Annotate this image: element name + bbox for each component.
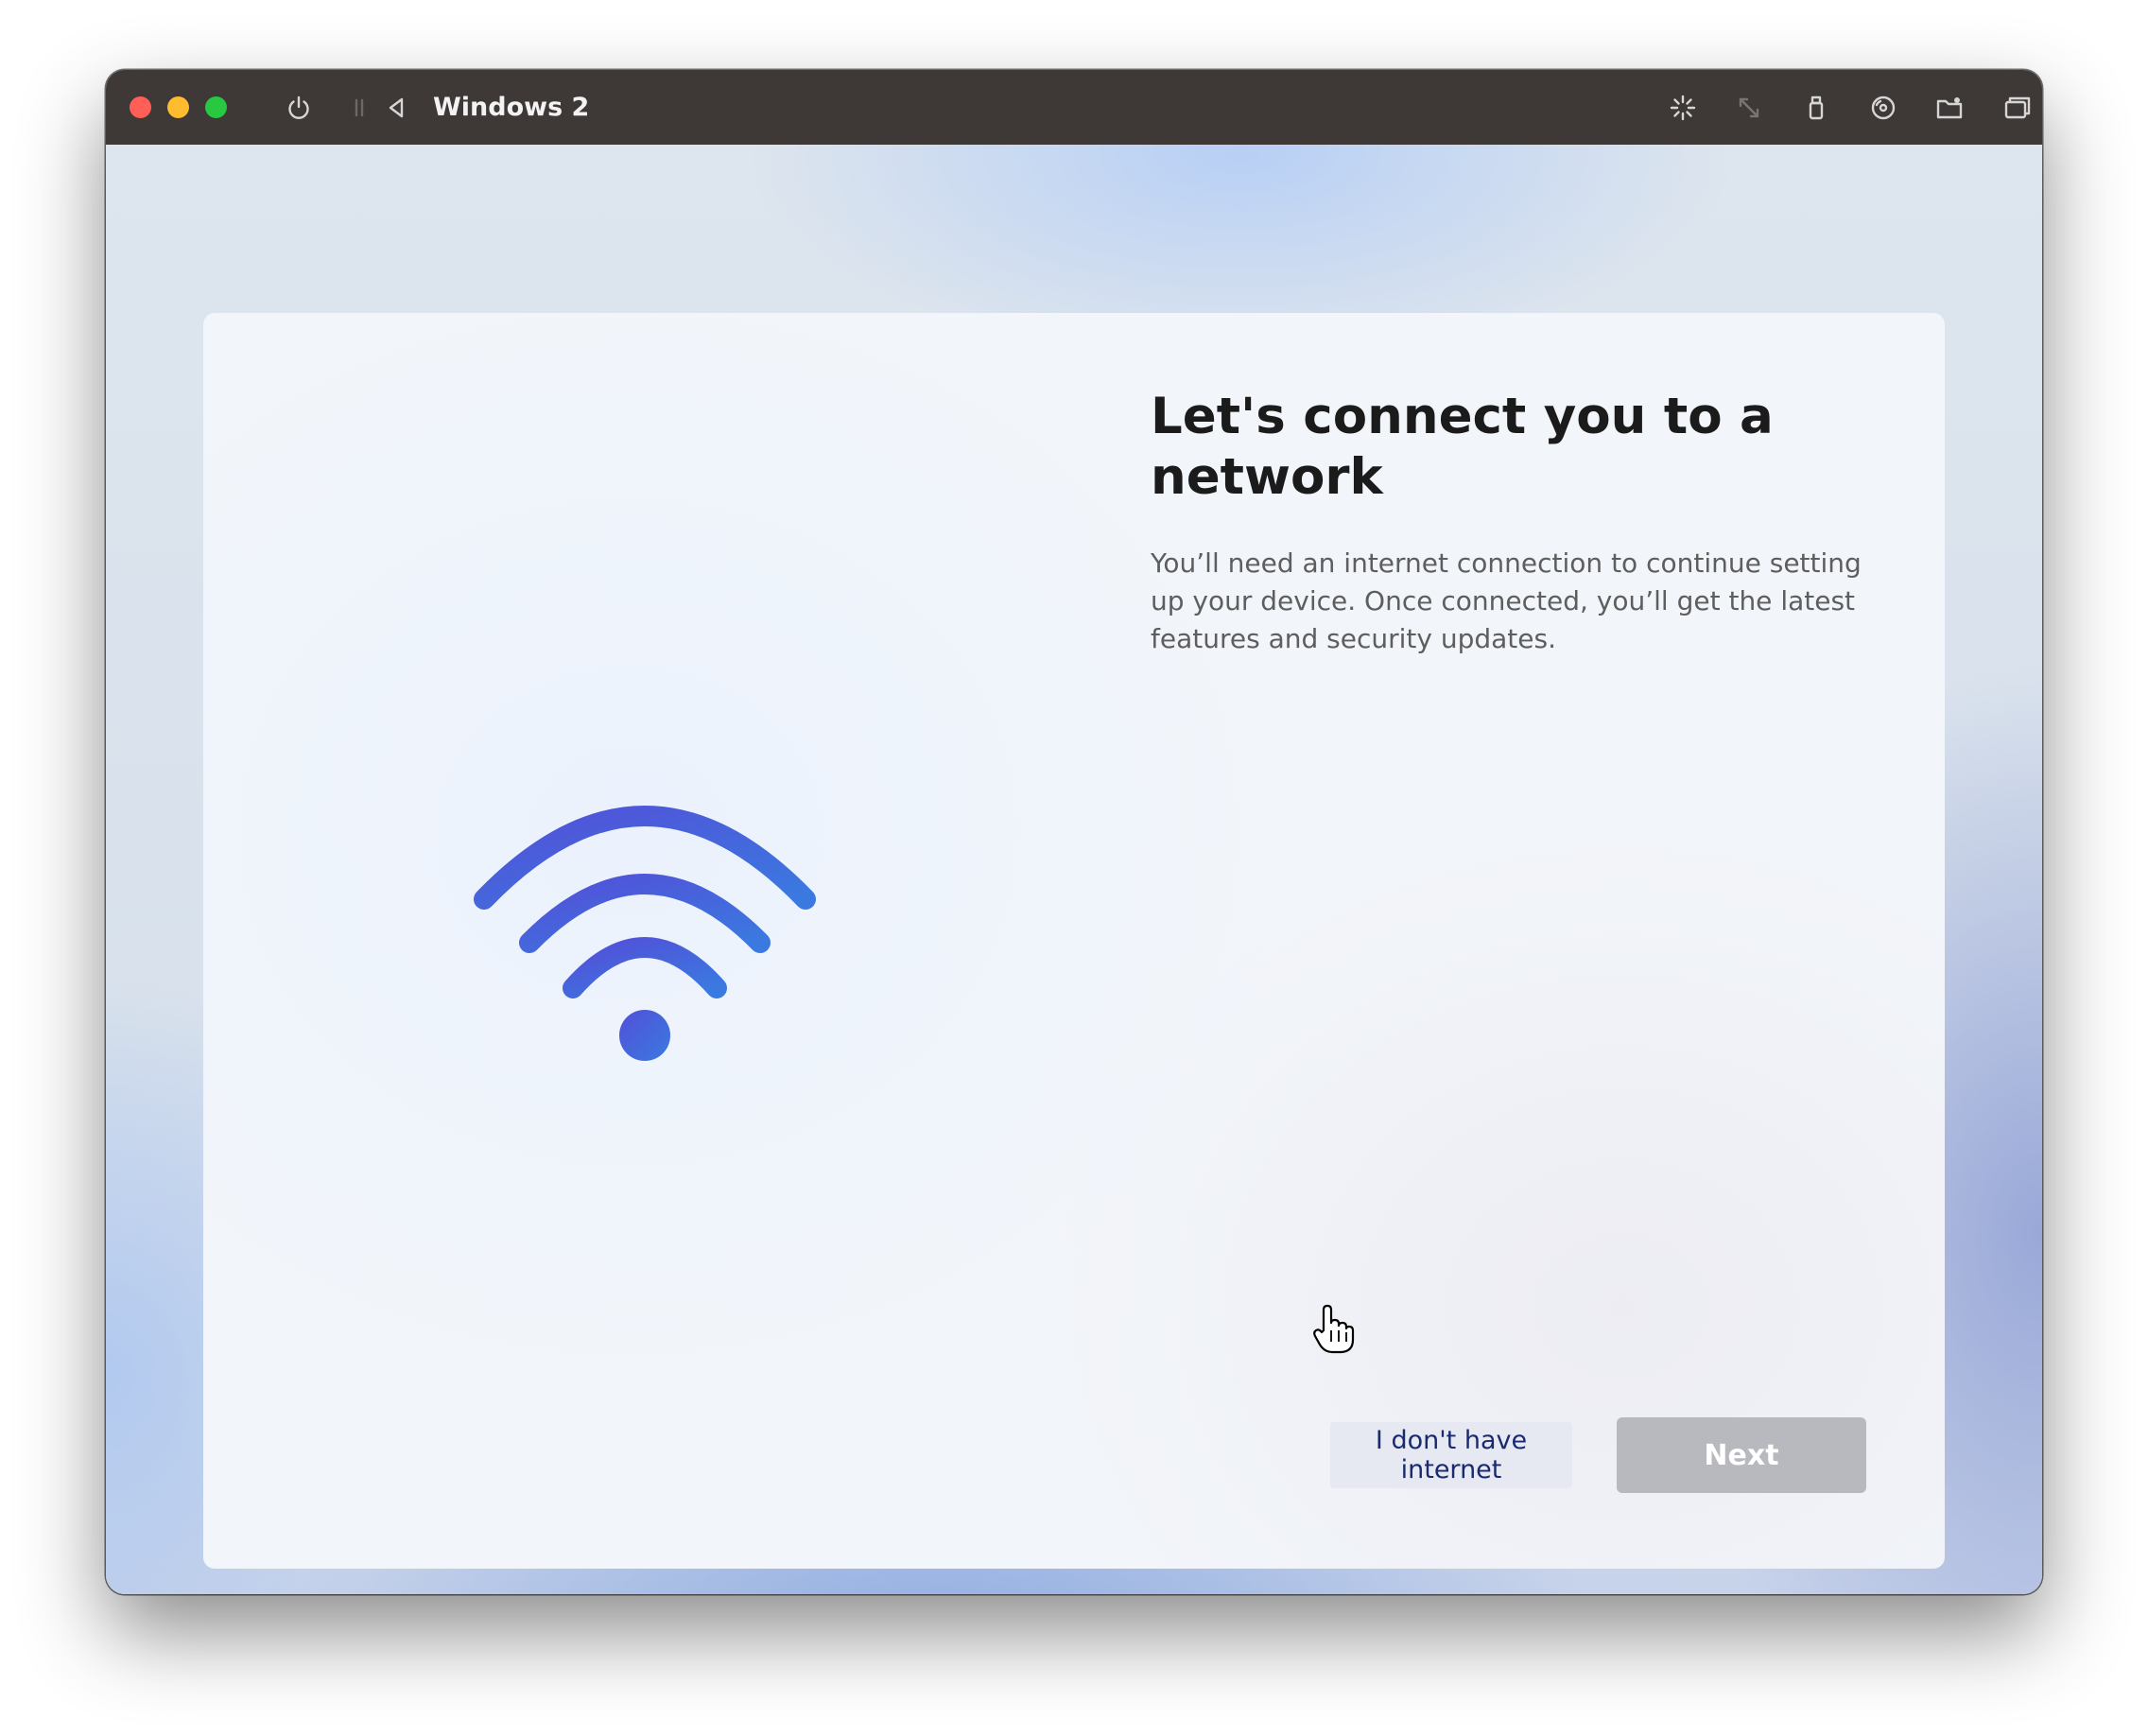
vm-window: Windows 2 Let's connect you to a network… (106, 70, 2042, 1594)
shared-folder-icon[interactable] (1931, 89, 1968, 127)
setup-card: Let's connect you to a network You’ll ne… (203, 313, 1945, 1569)
hand-cursor-icon (1313, 1304, 1355, 1354)
maximize-icon[interactable] (205, 96, 227, 118)
vm-desktop: Let's connect you to a network You’ll ne… (106, 145, 2042, 1594)
title-bar: Windows 2 (106, 70, 2042, 145)
pause-icon[interactable] (340, 89, 378, 127)
no-internet-button[interactable]: I don't have internet (1330, 1422, 1572, 1488)
back-icon[interactable] (377, 89, 415, 127)
page-title: Let's connect you to a network (1151, 388, 1774, 506)
minimize-icon[interactable] (167, 96, 189, 118)
accessibility-icon[interactable] (1793, 1589, 1841, 1594)
windows-icon[interactable] (1999, 89, 2036, 127)
wifi-icon (474, 806, 816, 1061)
close-icon[interactable] (130, 96, 151, 118)
resize-arrow-icon[interactable] (1730, 89, 1768, 127)
usb-icon[interactable] (1797, 89, 1835, 127)
brightness-icon[interactable] (1664, 89, 1702, 127)
window-title: Windows 2 (433, 93, 590, 122)
power-icon[interactable] (280, 89, 318, 127)
page-description: You’ll need an internet connection to co… (1151, 547, 1862, 654)
volume-icon[interactable] (1883, 1589, 1931, 1594)
keyboard-icon[interactable] (1704, 1589, 1751, 1594)
next-button[interactable]: Next (1617, 1417, 1866, 1493)
disc-icon[interactable] (1864, 89, 1902, 127)
